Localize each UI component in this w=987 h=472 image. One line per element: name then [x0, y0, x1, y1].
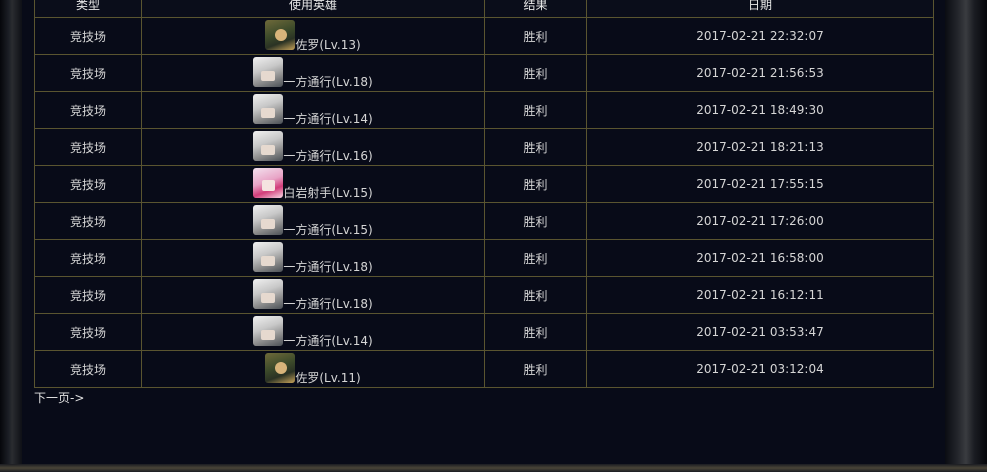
cell-hero: 白岩射手(Lv.15): [141, 165, 485, 203]
table-row: 竞技场白岩射手(Lv.15) 胜利 2017-02-21 17:55:15: [34, 165, 934, 203]
hero-name: 一方通行(Lv.15): [283, 223, 373, 237]
table-row: 竞技场一方通行(Lv.18) 胜利 2017-02-21 21:56:53: [34, 54, 934, 92]
cell-result: 胜利: [484, 313, 587, 351]
accelerator-avatar: [253, 94, 284, 124]
battle-records-table: 类型 使用英雄 结果 日期 竞技场 佐罗(Lv.13) 胜利 2017-02-21 2…: [34, 0, 934, 388]
cell-type: 竞技场: [34, 165, 142, 203]
cell-hero: 一方通行(Lv.18): [141, 276, 485, 314]
cell-hero: 佐罗(Lv.11): [141, 350, 485, 388]
cell-type: 竞技场: [34, 17, 142, 55]
cell-result: 胜利: [484, 350, 587, 388]
cell-date: 2017-02-21 18:49:30: [586, 91, 934, 129]
cell-result: 胜利: [484, 165, 587, 203]
hero-info: 白岩射手(Lv.15): [253, 167, 373, 201]
black-rock-shooter-avatar: [253, 168, 284, 198]
cell-hero: 一方通行(Lv.15): [141, 202, 485, 240]
cell-type: 竞技场: [34, 276, 142, 314]
hero-info: 一方通行(Lv.14): [253, 93, 373, 127]
hero-name: 一方通行(Lv.18): [283, 297, 373, 311]
cell-date: 2017-02-21 17:26:00: [586, 202, 934, 240]
left-border-ornament: [0, 0, 22, 472]
cell-type: 竞技场: [34, 313, 142, 351]
cell-hero: 佐罗(Lv.13): [141, 17, 485, 55]
hero-name: 一方通行(Lv.14): [283, 334, 373, 348]
table-row: 竞技场一方通行(Lv.18) 胜利 2017-02-21 16:58:00: [34, 239, 934, 277]
hero-info: 一方通行(Lv.14): [253, 315, 373, 349]
page-frame: 类型 使用英雄 结果 日期 竞技场 佐罗(Lv.13) 胜利 2017-02-21 2…: [0, 0, 987, 472]
table-row: 竞技场佐罗(Lv.13) 胜利 2017-02-21 22:32:07: [34, 17, 934, 55]
cell-hero: 一方通行(Lv.16): [141, 128, 485, 166]
table-row: 竞技场一方通行(Lv.14) 胜利 2017-02-21 18:49:30: [34, 91, 934, 129]
cell-result: 胜利: [484, 202, 587, 240]
cell-date: 2017-02-21 03:12:04: [586, 350, 934, 388]
cell-type: 竞技场: [34, 91, 142, 129]
accelerator-avatar: [253, 242, 284, 272]
bottom-border-ornament: [0, 464, 987, 472]
header-hero: 使用英雄: [141, 0, 485, 18]
hero-info: 一方通行(Lv.15): [253, 204, 373, 238]
cell-date: 2017-02-21 17:55:15: [586, 165, 934, 203]
cell-result: 胜利: [484, 276, 587, 314]
zorro-avatar: [265, 353, 296, 383]
cell-date: 2017-02-21 16:12:11: [586, 276, 934, 314]
cell-date: 2017-02-21 03:53:47: [586, 313, 934, 351]
accelerator-avatar: [253, 57, 284, 87]
hero-name: 佐罗(Lv.13): [295, 38, 361, 52]
cell-result: 胜利: [484, 54, 587, 92]
hero-info: 一方通行(Lv.18): [253, 278, 373, 312]
cell-type: 竞技场: [34, 239, 142, 277]
zorro-avatar: [265, 20, 296, 50]
cell-hero: 一方通行(Lv.18): [141, 54, 485, 92]
cell-date: 2017-02-21 16:58:00: [586, 239, 934, 277]
next-page-link[interactable]: 下一页->: [34, 389, 84, 406]
cell-result: 胜利: [484, 128, 587, 166]
cell-type: 竞技场: [34, 202, 142, 240]
hero-name: 白岩射手(Lv.15): [283, 186, 373, 200]
hero-info: 佐罗(Lv.13): [265, 19, 361, 53]
cell-type: 竞技场: [34, 128, 142, 166]
cell-date: 2017-02-21 21:56:53: [586, 54, 934, 92]
hero-name: 佐罗(Lv.11): [295, 371, 361, 385]
table-row: 竞技场一方通行(Lv.15) 胜利 2017-02-21 17:26:00: [34, 202, 934, 240]
cell-result: 胜利: [484, 239, 587, 277]
hero-info: 一方通行(Lv.18): [253, 241, 373, 275]
hero-name: 一方通行(Lv.18): [283, 260, 373, 274]
cell-type: 竞技场: [34, 54, 142, 92]
table-row: 竞技场佐罗(Lv.11) 胜利 2017-02-21 03:12:04: [34, 350, 934, 388]
hero-name: 一方通行(Lv.18): [283, 75, 373, 89]
header-date: 日期: [586, 0, 934, 18]
accelerator-avatar: [253, 205, 284, 235]
cell-hero: 一方通行(Lv.18): [141, 239, 485, 277]
hero-name: 一方通行(Lv.16): [283, 149, 373, 163]
accelerator-avatar: [253, 316, 284, 346]
table-row: 竞技场一方通行(Lv.14) 胜利 2017-02-21 03:53:47: [34, 313, 934, 351]
table-row: 竞技场一方通行(Lv.18) 胜利 2017-02-21 16:12:11: [34, 276, 934, 314]
cell-hero: 一方通行(Lv.14): [141, 91, 485, 129]
table-row: 竞技场一方通行(Lv.16) 胜利 2017-02-21 18:21:13: [34, 128, 934, 166]
cell-date: 2017-02-21 22:32:07: [586, 17, 934, 55]
cell-hero: 一方通行(Lv.14): [141, 313, 485, 351]
hero-info: 佐罗(Lv.11): [265, 352, 361, 386]
hero-name: 一方通行(Lv.14): [283, 112, 373, 126]
records-panel: 类型 使用英雄 结果 日期 竞技场 佐罗(Lv.13) 胜利 2017-02-21 2…: [22, 0, 945, 464]
cell-result: 胜利: [484, 17, 587, 55]
accelerator-avatar: [253, 279, 284, 309]
right-border-ornament: [945, 0, 987, 472]
cell-type: 竞技场: [34, 350, 142, 388]
accelerator-avatar: [253, 131, 284, 161]
header-type: 类型: [34, 0, 142, 18]
table-header-row: 类型 使用英雄 结果 日期: [34, 0, 934, 18]
header-result: 结果: [484, 0, 587, 18]
cell-result: 胜利: [484, 91, 587, 129]
hero-info: 一方通行(Lv.18): [253, 56, 373, 90]
cell-date: 2017-02-21 18:21:13: [586, 128, 934, 166]
hero-info: 一方通行(Lv.16): [253, 130, 373, 164]
